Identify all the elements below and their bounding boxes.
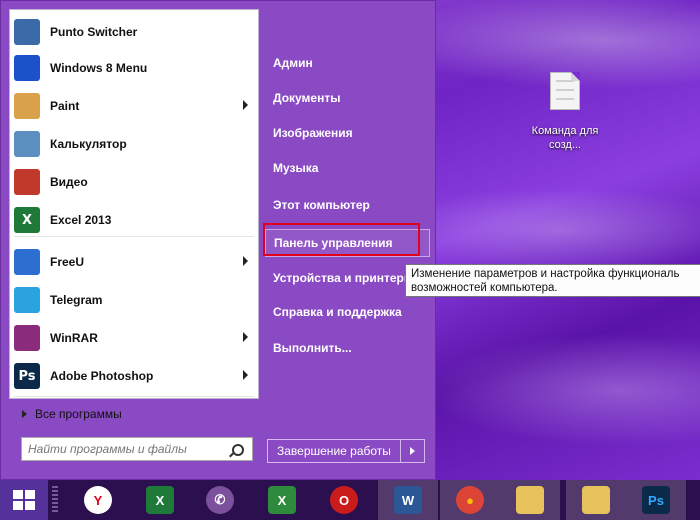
- folder-icon: [516, 486, 544, 514]
- program-item[interactable]: X Excel 2013: [10, 202, 258, 238]
- winrar-icon: [14, 325, 40, 351]
- tooltip-line-2: возможностей компьютера.: [411, 282, 558, 294]
- menu-item-music[interactable]: Музыка: [265, 154, 430, 182]
- program-label: Punto Switcher: [50, 25, 138, 39]
- submenu-arrow-icon: [243, 256, 248, 266]
- text-file-icon: [550, 72, 580, 110]
- tooltip-line-1: Изменение параметров и настройка функцио…: [411, 268, 680, 280]
- viber-icon: ✆: [206, 486, 234, 514]
- submenu-arrow-icon: [243, 100, 248, 110]
- taskbar-app-excel[interactable]: X: [130, 480, 190, 520]
- taskbar-app-viber[interactable]: ✆: [190, 480, 250, 520]
- program-item[interactable]: Paint: [10, 88, 258, 124]
- menu-item-admin[interactable]: Админ: [265, 49, 430, 77]
- taskbar-app-opera[interactable]: O: [314, 480, 374, 520]
- program-label: FreeU: [50, 255, 85, 269]
- taskbar-app-file-explorer-2[interactable]: [566, 480, 626, 520]
- desktop-file-label: Команда для созд...: [531, 125, 599, 151]
- excel-icon: X: [146, 486, 174, 514]
- telegram-icon: [14, 287, 40, 313]
- program-item[interactable]: Калькулятор: [10, 126, 258, 162]
- triangle-right-icon: [22, 410, 27, 418]
- chrome-icon: ●: [456, 486, 484, 514]
- program-item[interactable]: Видео: [10, 164, 258, 200]
- menu-item-pictures[interactable]: Изображения: [265, 119, 430, 147]
- windows-logo-icon: [13, 490, 35, 510]
- punto-switcher-icon: [14, 19, 40, 45]
- program-item[interactable]: Punto Switcher: [10, 14, 258, 50]
- taskbar-app-file-explorer[interactable]: [500, 480, 560, 520]
- taskbar: Y X ✆ X O W ● Ps: [0, 480, 700, 520]
- submenu-arrow-icon: [243, 332, 248, 342]
- menu-item-run[interactable]: Выполнить...: [265, 334, 430, 362]
- freeu-icon: [14, 249, 40, 275]
- excel-icon: X: [14, 207, 40, 233]
- shutdown-group: Завершение работы: [267, 439, 425, 463]
- program-label: WinRAR: [50, 331, 98, 345]
- all-programs-label: Все программы: [35, 407, 122, 421]
- shutdown-button[interactable]: Завершение работы: [267, 439, 401, 463]
- submenu-arrow-icon: [243, 370, 248, 380]
- program-label: Paint: [50, 99, 80, 113]
- program-item[interactable]: WinRAR: [10, 320, 258, 356]
- program-label: Excel 2013: [50, 213, 112, 227]
- folder-icon: [582, 486, 610, 514]
- opera-icon: O: [330, 486, 358, 514]
- calculator-icon: [14, 131, 40, 157]
- yandex-browser-icon: Y: [84, 486, 112, 514]
- photoshop-icon: Ps: [14, 363, 40, 389]
- search-icon[interactable]: [232, 444, 244, 456]
- video-icon: [14, 169, 40, 195]
- program-item[interactable]: Windows 8 Menu: [10, 50, 258, 86]
- menu-item-documents[interactable]: Документы: [265, 84, 430, 112]
- windows8-menu-icon: [14, 55, 40, 81]
- taskbar-app-yandex-browser[interactable]: Y: [68, 480, 128, 520]
- taskbar-app-chrome[interactable]: ●: [440, 480, 500, 520]
- shutdown-options-arrow-icon[interactable]: [400, 439, 425, 463]
- search-input[interactable]: Найти программы и файлы: [21, 437, 253, 461]
- control-panel-tooltip: Изменение параметров и настройка функцио…: [405, 264, 700, 297]
- start-menu: Все программы Punto Switcher Windows 8 Me…: [0, 0, 436, 480]
- separator: [14, 236, 254, 237]
- highlight-annotation-box: [263, 223, 420, 256]
- all-programs-button[interactable]: Все программы: [10, 402, 260, 426]
- start-menu-programs-pane: Все программы Punto Switcher Windows 8 Me…: [9, 9, 259, 421]
- program-label: Видео: [50, 175, 88, 189]
- paint-palette-icon: [14, 93, 40, 119]
- menu-item-help-support[interactable]: Справка и поддержка: [265, 298, 430, 326]
- excel-icon: X: [268, 486, 296, 514]
- start-button[interactable]: [0, 480, 48, 520]
- program-label: Telegram: [50, 293, 103, 307]
- photoshop-icon: Ps: [642, 486, 670, 514]
- taskbar-gripper[interactable]: [52, 486, 58, 514]
- search-placeholder: Найти программы и файлы: [28, 442, 187, 456]
- separator: [14, 396, 254, 397]
- program-label: Adobe Photoshop: [50, 369, 154, 383]
- desktop-file[interactable]: Команда для созд...: [525, 72, 605, 152]
- search-area: Найти программы и файлы: [9, 431, 259, 471]
- program-item[interactable]: Ps Adobe Photoshop: [10, 358, 258, 394]
- taskbar-app-excel-2[interactable]: X: [252, 480, 312, 520]
- word-icon: W: [394, 486, 422, 514]
- menu-item-this-pc[interactable]: Этот компьютер: [265, 191, 430, 219]
- taskbar-app-photoshop[interactable]: Ps: [626, 480, 686, 520]
- program-item[interactable]: FreeU: [10, 244, 258, 280]
- program-label: Калькулятор: [50, 137, 127, 151]
- program-label: Windows 8 Menu: [50, 61, 148, 75]
- program-item[interactable]: Telegram: [10, 282, 258, 318]
- taskbar-app-word[interactable]: W: [378, 480, 438, 520]
